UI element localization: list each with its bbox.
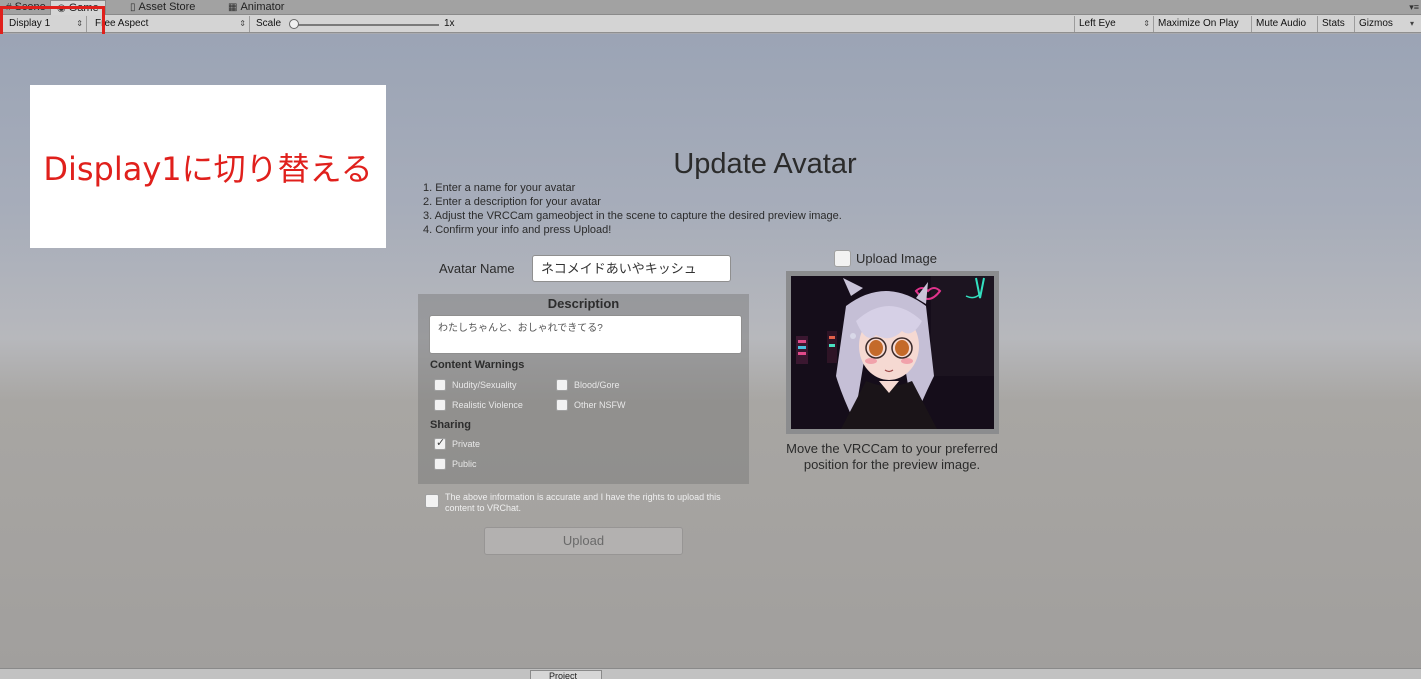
upload-image-toggle[interactable]: Upload Image <box>834 250 937 267</box>
instruction-3: 3. Adjust the VRCCam gameobject in the s… <box>423 210 842 222</box>
checkbox[interactable] <box>434 458 446 470</box>
sharing-public[interactable]: Public <box>434 458 477 470</box>
instruction-2: 2. Enter a description for your avatar <box>423 196 601 208</box>
gizmos-label: Gizmos <box>1359 18 1393 29</box>
sharing-public-label: Public <box>452 459 477 469</box>
avatar-preview-image <box>791 276 994 429</box>
chevron-updown-icon: ⇕ <box>239 19 246 28</box>
checkbox[interactable] <box>434 399 446 411</box>
agreement-text: The above information is accurate and I … <box>445 492 721 513</box>
upload-button[interactable]: Upload <box>484 527 683 555</box>
annotation-note-text: Display1に切り替える <box>43 149 373 188</box>
maximize-on-play-toggle[interactable]: Maximize On Play <box>1154 16 1252 32</box>
asset-store-icon: ▯ <box>130 2 136 13</box>
tab-animator-label: Animator <box>240 1 285 13</box>
annotation-note: Display1に切り替える <box>30 85 386 248</box>
sharing-label: Sharing <box>430 419 471 431</box>
upload-image-label: Upload Image <box>856 251 937 266</box>
preview-frame <box>786 271 999 434</box>
agreement-checkbox[interactable] <box>425 494 439 508</box>
chevron-updown-icon: ⇕ <box>1143 19 1150 28</box>
mute-audio-toggle[interactable]: Mute Audio <box>1252 16 1318 32</box>
scale-slider-thumb[interactable] <box>289 19 299 29</box>
content-warnings-label: Content Warnings <box>430 359 525 371</box>
scale-label: Scale <box>256 18 282 29</box>
game-view-toolbar: Display 1 ⇕ Free Aspect ⇕ Scale 1x Left … <box>0 15 1421 33</box>
sharing-private-label: Private <box>452 439 481 449</box>
gizmos-dropdown[interactable]: Gizmos ▾ <box>1355 16 1417 32</box>
preview-caption: Move the VRCCam to your preferred positi… <box>786 441 998 472</box>
tab-animator[interactable]: ▦ Animator <box>222 0 290 15</box>
eye-dropdown[interactable]: Left Eye ⇕ <box>1074 16 1154 32</box>
eye-dropdown-label: Left Eye <box>1079 18 1116 29</box>
checkbox[interactable] <box>434 379 446 391</box>
warning-blood-label: Blood/Gore <box>574 380 620 390</box>
stats-label: Stats <box>1322 18 1345 29</box>
description-panel: Description わたしちゃんと、おしゃれできてる? Content Wa… <box>418 294 749 484</box>
avatar-preview-illustration <box>791 276 994 429</box>
scale-slider-track[interactable] <box>292 24 439 26</box>
maximize-label: Maximize On Play <box>1158 18 1239 29</box>
instruction-4: 4. Confirm your info and press Upload! <box>423 224 612 236</box>
editor-tab-strip: # Scene ◉ Game ▯ Asset Store ▦ Animator … <box>0 0 1421 15</box>
tab-project-label: Project <box>549 671 578 679</box>
tab-menu-icon[interactable]: ▾≡ <box>1409 0 1419 14</box>
description-textarea[interactable]: わたしちゃんと、おしゃれできてる? <box>429 315 742 354</box>
tab-project[interactable]: Project <box>530 670 602 679</box>
aspect-dropdown[interactable]: Free Aspect ⇕ <box>91 16 250 32</box>
warning-nudity[interactable]: Nudity/Sexuality <box>434 379 517 391</box>
warning-violence[interactable]: Realistic Violence <box>434 399 523 411</box>
agreement-row[interactable]: The above information is accurate and I … <box>425 492 735 514</box>
page-title: Update Avatar <box>673 148 857 180</box>
animator-icon: ▦ <box>228 2 238 13</box>
description-header: Description <box>547 296 620 311</box>
stats-toggle[interactable]: Stats <box>1318 16 1355 32</box>
sharing-private[interactable]: Private <box>434 436 481 450</box>
scale-value: 1x <box>444 18 455 29</box>
warning-blood[interactable]: Blood/Gore <box>556 379 620 391</box>
checkbox[interactable] <box>556 379 568 391</box>
avatar-name-input[interactable]: ネコメイドあいやキッシュ <box>532 255 731 282</box>
tab-asset-store-label: Asset Store <box>138 1 196 13</box>
warning-other-nsfw-label: Other NSFW <box>574 400 626 410</box>
instruction-1: 1. Enter a name for your avatar <box>423 182 576 194</box>
checkbox[interactable] <box>556 399 568 411</box>
warning-nudity-label: Nudity/Sexuality <box>452 380 517 390</box>
bottom-panel-strip: Project <box>0 668 1421 679</box>
mute-label: Mute Audio <box>1256 18 1307 29</box>
upload-image-checkbox[interactable] <box>834 250 851 267</box>
warning-violence-label: Realistic Violence <box>452 400 523 410</box>
checkbox-checked[interactable] <box>434 436 446 450</box>
avatar-name-label: Avatar Name <box>439 261 515 276</box>
warning-other-nsfw[interactable]: Other NSFW <box>556 399 626 411</box>
tab-asset-store[interactable]: ▯ Asset Store <box>124 0 201 15</box>
chevron-down-icon: ▾ <box>1409 19 1414 28</box>
